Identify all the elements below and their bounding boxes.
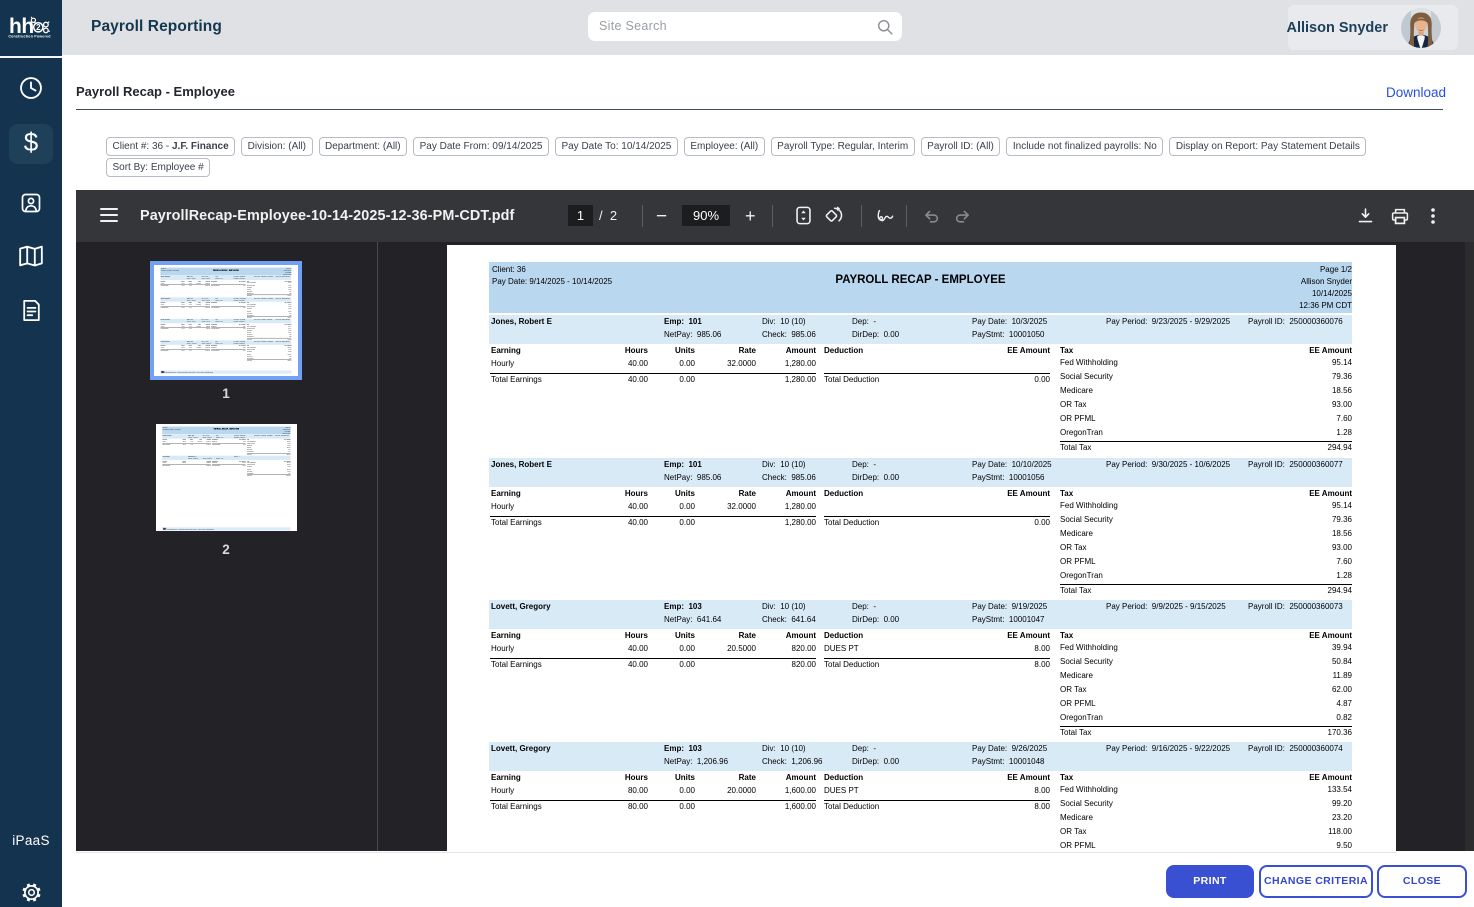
- svg-text:2: 2: [36, 23, 41, 32]
- svg-text:Construction Powered: Construction Powered: [8, 35, 50, 39]
